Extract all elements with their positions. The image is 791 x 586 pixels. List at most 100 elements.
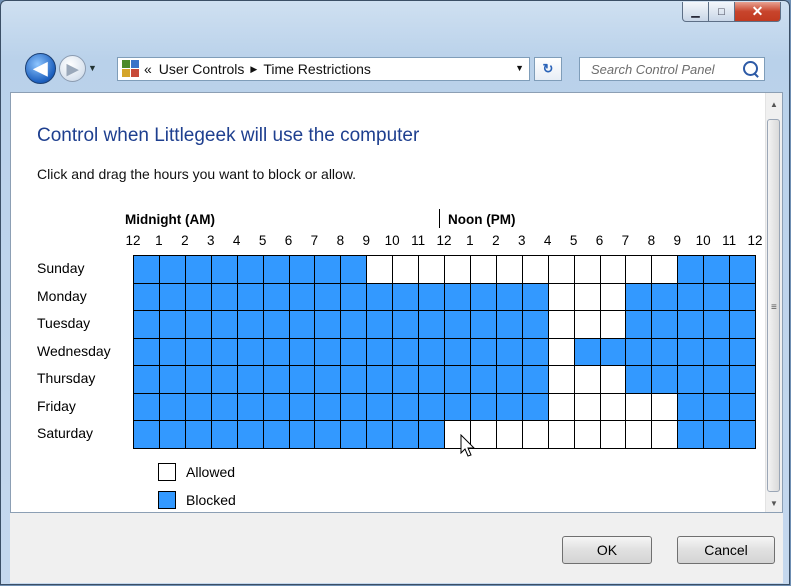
hour-cell[interactable] (496, 365, 523, 394)
ok-button[interactable]: OK (562, 536, 652, 564)
hour-cell[interactable] (237, 310, 264, 339)
hour-cell[interactable] (366, 393, 393, 421)
hour-cell[interactable] (703, 393, 730, 421)
hour-cell[interactable] (677, 310, 704, 339)
hour-cell[interactable] (340, 365, 367, 394)
hour-cell[interactable] (418, 393, 445, 421)
hour-cell[interactable] (418, 283, 445, 311)
hour-cell[interactable] (522, 255, 549, 284)
hour-cell[interactable] (289, 338, 315, 366)
hour-cell[interactable] (703, 420, 730, 449)
hour-cell[interactable] (548, 420, 575, 449)
hour-cell[interactable] (237, 283, 264, 311)
hour-cell[interactable] (703, 338, 730, 366)
hour-cell[interactable] (314, 283, 341, 311)
hour-cell[interactable] (677, 365, 704, 394)
scroll-up-icon[interactable]: ▲ (766, 97, 782, 113)
address-bar[interactable]: « User Controls ▶ Time Restrictions ▼ (117, 57, 530, 81)
hour-cell[interactable] (211, 420, 238, 449)
hour-cell[interactable] (392, 338, 419, 366)
breadcrumb-separator-icon[interactable]: ▶ (250, 64, 257, 75)
hour-cell[interactable] (392, 310, 419, 339)
hour-cell[interactable] (703, 283, 730, 311)
hour-cell[interactable] (185, 393, 212, 421)
hour-cell[interactable] (159, 255, 186, 284)
hour-cell[interactable] (185, 283, 212, 311)
hour-cell[interactable] (729, 283, 756, 311)
time-restriction-grid[interactable] (133, 255, 756, 449)
hour-cell[interactable] (133, 365, 160, 394)
hour-cell[interactable] (392, 255, 419, 284)
hour-cell[interactable] (237, 338, 264, 366)
hour-cell[interactable] (496, 283, 523, 311)
hour-cell[interactable] (366, 338, 393, 366)
hour-cell[interactable] (289, 365, 315, 394)
hour-cell[interactable] (574, 283, 601, 311)
hour-cell[interactable] (418, 338, 445, 366)
hour-cell[interactable] (703, 255, 730, 284)
hour-cell[interactable] (625, 338, 652, 366)
hour-cell[interactable] (470, 310, 497, 339)
hour-cell[interactable] (729, 255, 756, 284)
hour-cell[interactable] (133, 310, 160, 339)
hour-cell[interactable] (548, 338, 575, 366)
hour-cell[interactable] (263, 393, 290, 421)
hour-cell[interactable] (211, 338, 238, 366)
hour-cell[interactable] (444, 393, 471, 421)
hour-cell[interactable] (600, 310, 626, 339)
hour-cell[interactable] (548, 365, 575, 394)
hour-cell[interactable] (600, 365, 626, 394)
hour-cell[interactable] (625, 283, 652, 311)
breadcrumb-time-restrictions[interactable]: Time Restrictions (263, 61, 371, 77)
hour-cell[interactable] (133, 420, 160, 449)
search-input[interactable] (589, 60, 743, 78)
hour-cell[interactable] (651, 255, 678, 284)
hour-cell[interactable] (496, 310, 523, 339)
hour-cell[interactable] (574, 338, 601, 366)
hour-cell[interactable] (600, 420, 626, 449)
hour-cell[interactable] (444, 310, 471, 339)
hour-cell[interactable] (444, 283, 471, 311)
hour-cell[interactable] (470, 255, 497, 284)
search-box[interactable] (579, 57, 765, 81)
hour-cell[interactable] (237, 255, 264, 284)
address-dropdown-icon[interactable]: ▼ (515, 63, 524, 73)
hour-cell[interactable] (340, 255, 367, 284)
hour-cell[interactable] (366, 365, 393, 394)
hour-cell[interactable] (185, 338, 212, 366)
hour-cell[interactable] (729, 310, 756, 339)
hour-cell[interactable] (677, 393, 704, 421)
hour-cell[interactable] (548, 310, 575, 339)
hour-cell[interactable] (522, 420, 549, 449)
hour-cell[interactable] (418, 310, 445, 339)
hour-cell[interactable] (185, 365, 212, 394)
hour-cell[interactable] (651, 365, 678, 394)
hour-cell[interactable] (677, 283, 704, 311)
hour-cell[interactable] (392, 365, 419, 394)
hour-cell[interactable] (263, 283, 290, 311)
hour-cell[interactable] (159, 310, 186, 339)
hour-cell[interactable] (237, 420, 264, 449)
hour-cell[interactable] (600, 393, 626, 421)
hour-cell[interactable] (522, 393, 549, 421)
hour-cell[interactable] (366, 420, 393, 449)
forward-button[interactable]: ▶ (59, 55, 86, 82)
hour-cell[interactable] (496, 255, 523, 284)
hour-cell[interactable] (366, 255, 393, 284)
hour-cell[interactable] (185, 310, 212, 339)
scroll-down-icon[interactable]: ▼ (766, 496, 782, 512)
hour-cell[interactable] (729, 365, 756, 394)
hour-cell[interactable] (366, 310, 393, 339)
hour-cell[interactable] (600, 338, 626, 366)
hour-cell[interactable] (677, 255, 704, 284)
hour-cell[interactable] (133, 255, 160, 284)
hour-cell[interactable] (314, 393, 341, 421)
hour-cell[interactable] (677, 338, 704, 366)
hour-cell[interactable] (340, 420, 367, 449)
hour-cell[interactable] (625, 365, 652, 394)
hour-cell[interactable] (289, 310, 315, 339)
hour-cell[interactable] (548, 393, 575, 421)
hour-cell[interactable] (470, 365, 497, 394)
hour-cell[interactable] (470, 338, 497, 366)
hour-cell[interactable] (211, 255, 238, 284)
